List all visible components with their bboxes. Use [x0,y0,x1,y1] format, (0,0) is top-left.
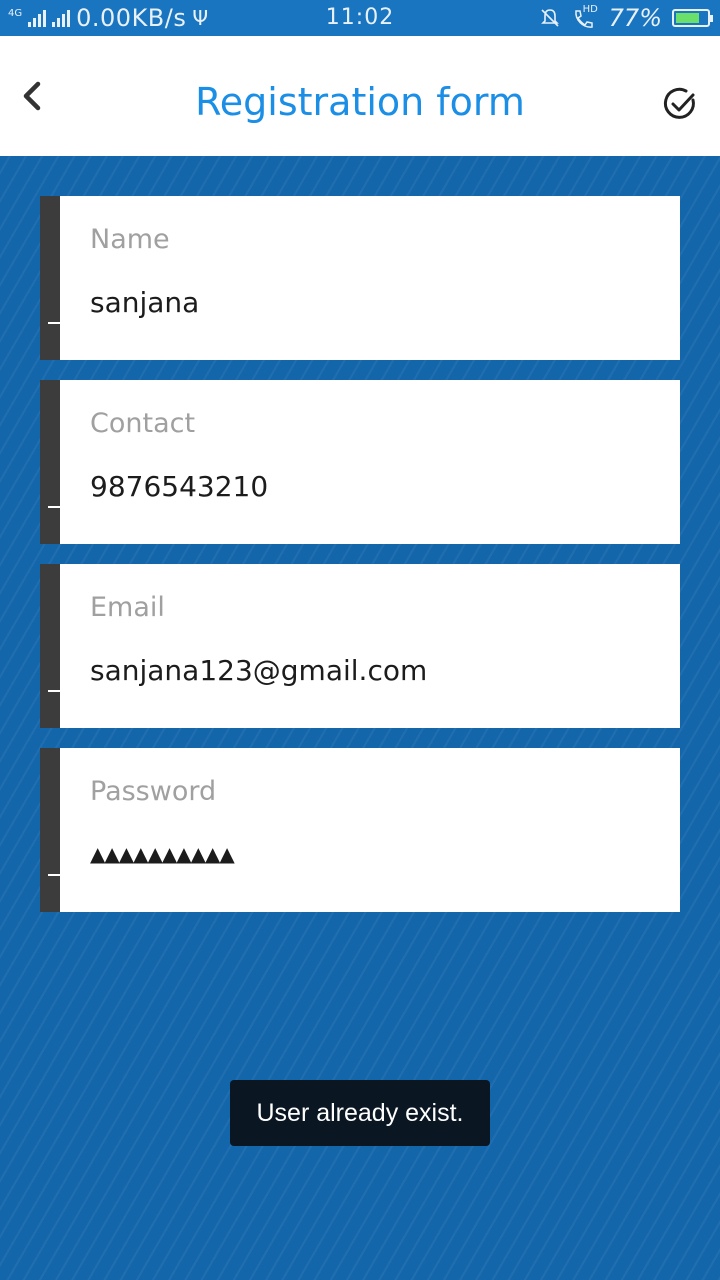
email-label: Email [90,592,165,623]
bell-muted-icon [540,9,559,27]
hd-label: HD [582,4,598,15]
field-cursor-mark [48,322,60,324]
toast-message: User already exist. [230,1080,490,1146]
field-cursor-mark [48,506,60,508]
app-bar: Registration form [0,36,720,156]
check-circle-icon [663,87,695,119]
submit-button[interactable] [662,86,698,122]
field-cursor-mark [48,690,60,692]
hd-call-icon: HD [571,4,599,30]
page-title: Registration form [195,80,525,124]
field-cursor-mark [48,874,60,876]
field-accent-bar [40,564,60,728]
status-bar: 4G 0.00KB/s Ψ 11:02 HD 77% [0,0,720,36]
password-input[interactable]: ▲▲▲▲▲▲▲▲▲▲ [90,842,235,866]
password-field[interactable]: Password ▲▲▲▲▲▲▲▲▲▲ [40,748,680,912]
contact-input[interactable]: 9876543210 [90,470,268,503]
battery-icon [672,9,713,27]
email-input[interactable]: sanjana123@gmail.com [90,654,427,687]
field-accent-bar [40,196,60,360]
battery-percent: 77% [608,4,662,32]
email-field[interactable]: Email sanjana123@gmail.com [40,564,680,728]
contact-label: Contact [90,408,196,439]
field-accent-bar [40,748,60,912]
name-label: Name [90,224,170,255]
status-right: HD 77% [539,3,713,33]
battery-fill [676,13,700,23]
name-field[interactable]: Name sanjana [40,196,680,360]
password-label: Password [90,776,217,807]
field-accent-bar [40,380,60,544]
name-input[interactable]: sanjana [90,286,199,319]
contact-field[interactable]: Contact 9876543210 [40,380,680,544]
